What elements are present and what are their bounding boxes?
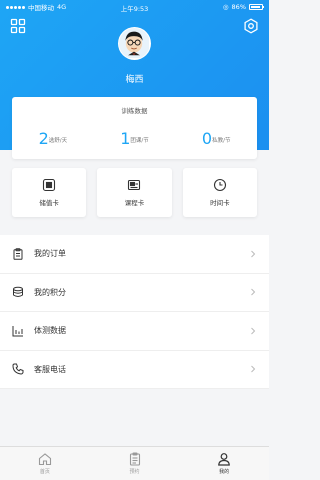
stat-unit: 私教/节 [212,138,231,144]
tab-mine[interactable]: 我的 [179,447,269,480]
avatar-image [119,28,149,58]
stat-item: 2选舒/天 [12,127,94,148]
training-stats-card: 训练数据 2选舒/天 1团课/节 0私教/节 [12,97,257,159]
home-icon [38,453,51,466]
menu-item-service-phone[interactable]: 客服电话 [0,351,269,389]
time-card-button[interactable]: 时间卡 [182,168,257,217]
bar-chart-icon [12,325,23,337]
chevron-right-icon [251,327,256,335]
menu-item-body-test[interactable]: 体测数据 [0,312,269,351]
nickname: 梅西 [125,75,144,85]
card-label: 时间卡 [210,199,230,207]
tab-bar: 首页 预约 我的 [0,446,269,480]
settings-icon[interactable] [243,18,259,34]
stat-unit: 选舒/天 [48,138,68,144]
stat-value: 0 [201,129,213,148]
card-label: 储值卡 [39,199,59,207]
coins-icon [13,286,23,298]
tab-label: 预约 [129,469,140,475]
course-card-icon [128,179,141,191]
tab-label: 首页 [39,469,50,475]
menu-label: 客服电话 [34,364,66,374]
menu-label: 我的积分 [34,287,66,297]
course-card-button[interactable]: 课程卡 [97,168,172,217]
status-bar: 中国移动 4G 上午9:53 ◎ 86% [0,0,269,14]
phone-icon [12,363,24,375]
tab-home[interactable]: 首页 [0,447,90,480]
calendar-icon [129,452,140,466]
stat-unit: 团课/节 [130,138,149,144]
user-icon [218,453,230,466]
stat-item: 0私教/节 [175,127,257,148]
chevron-right-icon [251,288,256,296]
stats-title: 训练数据 [121,107,148,115]
wallet-icon [43,178,56,192]
chevron-right-icon [251,250,256,258]
battery-icon [249,4,264,10]
stored-value-card-button[interactable]: 储值卡 [12,168,87,217]
menu-label: 我的订单 [34,249,66,259]
menu-label: 体测数据 [34,326,66,336]
tab-booking[interactable]: 预约 [90,447,180,480]
menu-list: 我的订单 我的积分 体测数据 客服电话 [0,235,269,389]
stat-value: 2 [38,129,49,148]
menu-item-points[interactable]: 我的积分 [0,274,269,312]
clipboard-icon [13,248,23,260]
menu-item-orders[interactable]: 我的订单 [0,235,269,274]
clock-icon [213,178,226,192]
chevron-right-icon [251,365,256,373]
clock: 上午9:53 [120,5,149,13]
stat-value: 1 [120,129,131,148]
grid-menu-icon[interactable] [10,18,26,34]
tab-label: 我的 [219,469,230,475]
avatar[interactable] [118,27,151,60]
card-label: 课程卡 [124,199,145,207]
stat-item: 1团课/节 [94,127,176,148]
